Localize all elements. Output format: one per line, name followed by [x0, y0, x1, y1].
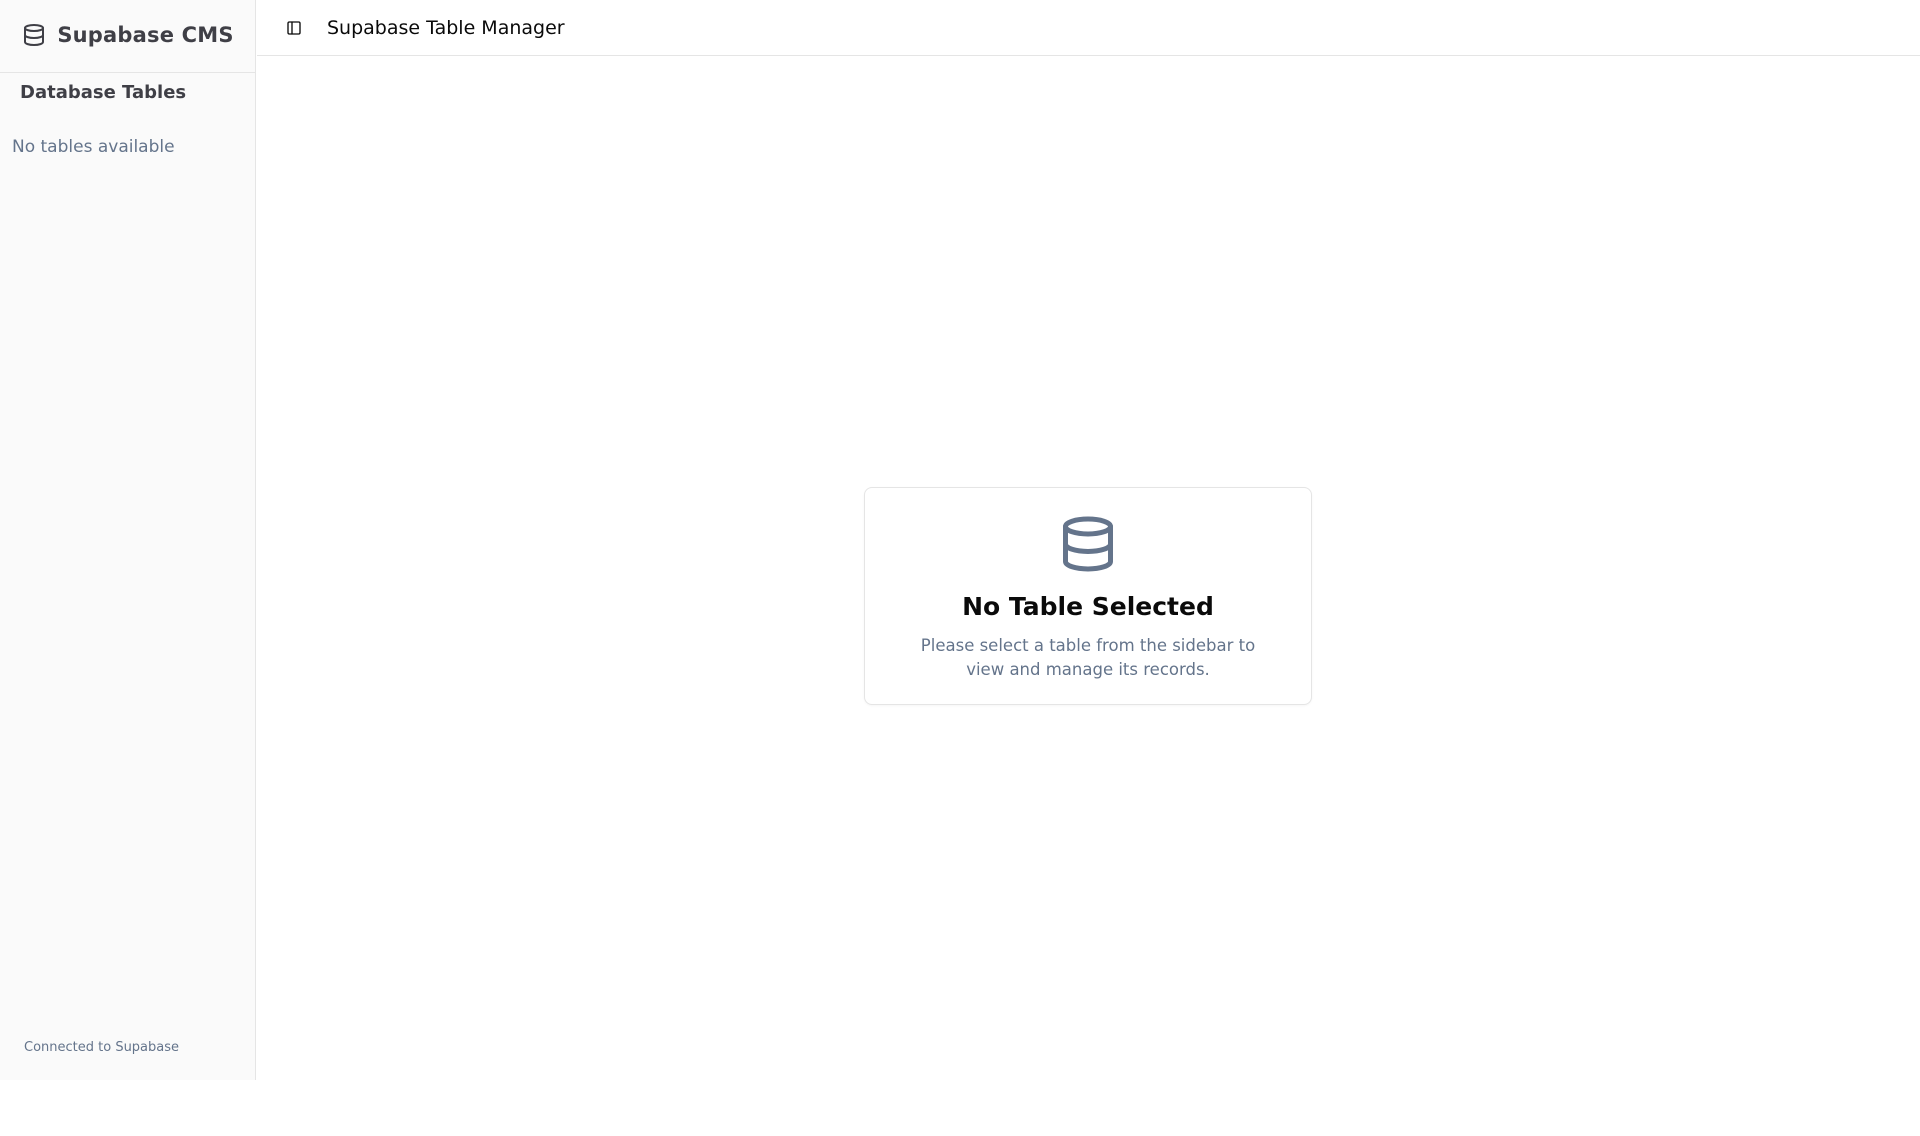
brand-title: Supabase CMS: [57, 23, 234, 47]
empty-state-title: No Table Selected: [962, 592, 1214, 621]
page-title: Supabase Table Manager: [327, 16, 565, 39]
app-root: Supabase CMS Database Tables No tables a…: [0, 0, 1920, 1136]
no-tables-message: No tables available: [12, 137, 175, 157]
sidebar-group-label: Database Tables: [20, 82, 187, 103]
database-icon: [21, 22, 47, 48]
empty-state-card: No Table Selected Please select a table …: [864, 487, 1312, 705]
connection-status: Connected to Supabase: [24, 1040, 180, 1055]
sidebar-header: Supabase CMS: [0, 0, 255, 73]
panel-left-icon: [286, 20, 302, 36]
sidebar: Supabase CMS Database Tables No tables a…: [0, 0, 256, 1080]
empty-state-description: Please select a table from the sidebar t…: [920, 636, 1256, 679]
topbar: Supabase Table Manager: [257, 0, 1920, 56]
database-icon: [1058, 514, 1118, 574]
sidebar-toggle-button[interactable]: [280, 14, 308, 42]
